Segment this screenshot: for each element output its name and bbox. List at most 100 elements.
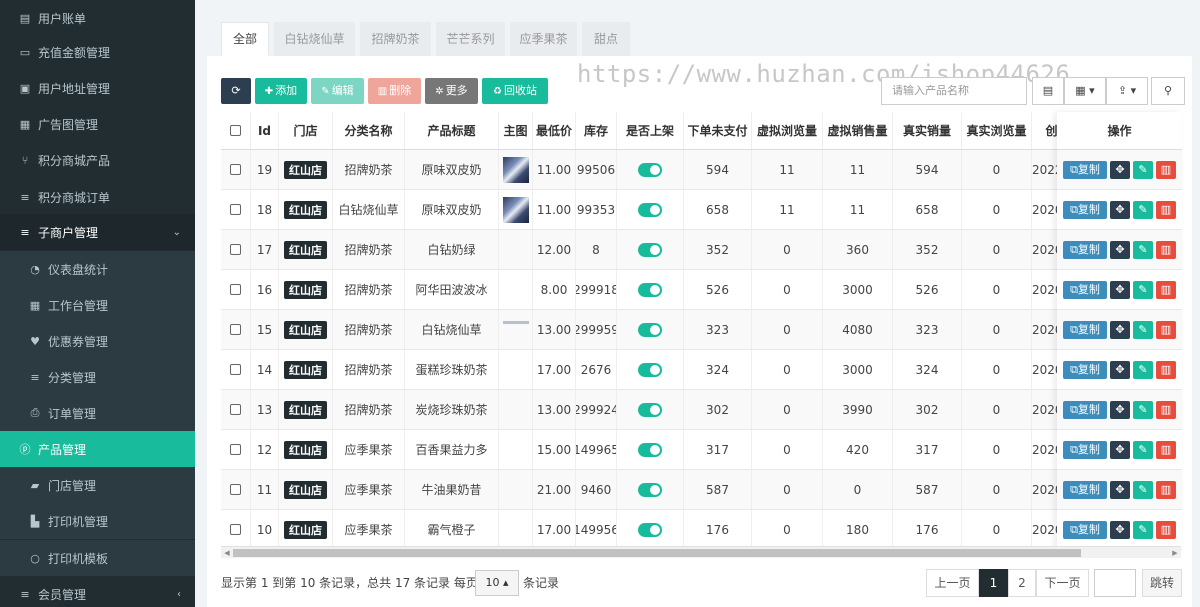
row-checkbox[interactable] bbox=[230, 284, 241, 295]
column-header[interactable]: 分类名称 bbox=[333, 112, 405, 149]
on-sale-toggle[interactable] bbox=[638, 402, 662, 417]
scroll-right-arrow-icon[interactable]: ▶ bbox=[1169, 547, 1181, 559]
table-row[interactable]: 12红山店应季果茶百香果益力多15.0014996531704203170202… bbox=[221, 430, 1181, 470]
columns-dropdown-button[interactable]: ▦ ▾ bbox=[1064, 77, 1106, 105]
drag-sort-button[interactable]: ✥ bbox=[1110, 200, 1130, 219]
column-header[interactable]: Id bbox=[251, 112, 279, 149]
sidebar-item[interactable]: ◔ 仪表盘统计 bbox=[0, 251, 195, 287]
table-row[interactable]: 18 红山店 白钻烧仙草 原味双皮奶 11.00 99353 658 11 11 658 0 2020… bbox=[221, 190, 1181, 230]
toggle-view-button[interactable]: ▤ bbox=[1032, 77, 1064, 105]
row-delete-button[interactable]: ▥ bbox=[1156, 440, 1176, 459]
table-horizontal-scrollbar[interactable]: ◀ ▶ bbox=[221, 546, 1181, 558]
sidebar-item[interactable]: ≡ 会员管理 ‹ bbox=[0, 576, 195, 607]
row-delete-button[interactable]: ▥ bbox=[1156, 480, 1176, 499]
table-row[interactable]: 10红山店应季果茶霸气橙子17.00149956176018017602020-… bbox=[221, 510, 1181, 550]
row-edit-button[interactable]: ✎ bbox=[1133, 280, 1153, 299]
sidebar-item[interactable]: ⑂ 积分商城产品 bbox=[0, 142, 195, 178]
row-edit-button[interactable]: ✎ bbox=[1133, 520, 1153, 539]
sidebar-item[interactable]: ▦ 广告图管理 bbox=[0, 106, 195, 142]
goto-page-button[interactable]: 跳转 bbox=[1142, 569, 1182, 597]
product-thumbnail[interactable] bbox=[502, 156, 529, 183]
table-row[interactable]: 19 红山店 招牌奶茶 原味双皮奶 11.00 99506 594 11 11 594 0 2022-… bbox=[221, 150, 1181, 190]
tab-category[interactable]: 芒芒系列 bbox=[436, 22, 505, 56]
copy-button[interactable]: ⧉复制 bbox=[1063, 520, 1107, 539]
row-checkbox[interactable] bbox=[230, 204, 241, 215]
drag-sort-button[interactable]: ✥ bbox=[1110, 400, 1130, 419]
product-thumbnail[interactable] bbox=[502, 196, 529, 223]
tab-category[interactable]: 甜点 bbox=[582, 22, 630, 56]
row-edit-button[interactable]: ✎ bbox=[1133, 240, 1153, 259]
table-row[interactable]: 17 红山店 招牌奶茶 白钻奶绿 12.00 8 352 0 360 352 0 2020-0 bbox=[221, 230, 1181, 270]
on-sale-toggle[interactable] bbox=[638, 242, 662, 257]
page-2-button[interactable]: 2 bbox=[1008, 569, 1036, 597]
table-row[interactable]: 13红山店招牌奶茶炭烧珍珠奶茶13.0029992430203990302020… bbox=[221, 390, 1181, 430]
edit-button[interactable]: ✎ 编辑 bbox=[311, 78, 364, 104]
row-delete-button[interactable]: ▥ bbox=[1156, 520, 1176, 539]
scroll-left-arrow-icon[interactable]: ◀ bbox=[221, 547, 233, 559]
row-delete-button[interactable]: ▥ bbox=[1156, 160, 1176, 179]
drag-sort-button[interactable]: ✥ bbox=[1110, 360, 1130, 379]
row-delete-button[interactable]: ▥ bbox=[1156, 400, 1176, 419]
goto-page-input[interactable] bbox=[1094, 569, 1136, 597]
sidebar-item[interactable]: ≡ 子商户管理 ⌄ bbox=[0, 214, 195, 250]
row-edit-button[interactable]: ✎ bbox=[1133, 320, 1153, 339]
column-header[interactable]: 产品标题 bbox=[405, 112, 499, 149]
on-sale-toggle[interactable] bbox=[638, 202, 662, 217]
table-row[interactable]: 11 红山店 应季果茶 牛油果奶昔 21.00 9460 587 0 0 587 0 2020-0 bbox=[221, 470, 1181, 510]
prev-page-button[interactable]: 上一页 bbox=[926, 569, 979, 597]
row-edit-button[interactable]: ✎ bbox=[1133, 440, 1153, 459]
copy-button[interactable]: ⧉复制 bbox=[1063, 280, 1107, 299]
row-edit-button[interactable]: ✎ bbox=[1133, 480, 1153, 499]
row-delete-button[interactable]: ▥ bbox=[1156, 320, 1176, 339]
copy-button[interactable]: ⧉复制 bbox=[1063, 320, 1107, 339]
row-delete-button[interactable]: ▥ bbox=[1156, 360, 1176, 379]
copy-button[interactable]: ⧉复制 bbox=[1063, 400, 1107, 419]
tab-category[interactable]: 招牌奶茶 bbox=[360, 22, 431, 56]
on-sale-toggle[interactable] bbox=[638, 282, 662, 297]
copy-button[interactable]: ⧉复制 bbox=[1063, 440, 1107, 459]
row-edit-button[interactable]: ✎ bbox=[1133, 360, 1153, 379]
drag-sort-button[interactable]: ✥ bbox=[1110, 280, 1130, 299]
table-row[interactable]: 16红山店招牌奶茶阿华田波波冰8.00299918526030005260202… bbox=[221, 270, 1181, 310]
column-header[interactable]: 真实销量 bbox=[893, 112, 962, 149]
on-sale-toggle[interactable] bbox=[638, 482, 662, 497]
column-header[interactable]: 虚拟销售量 bbox=[823, 112, 893, 149]
copy-button[interactable]: ⧉复制 bbox=[1063, 360, 1107, 379]
delete-button[interactable]: ▥ 删除 bbox=[368, 78, 421, 104]
copy-button[interactable]: ⧉复制 bbox=[1063, 160, 1107, 179]
drag-sort-button[interactable]: ✥ bbox=[1110, 160, 1130, 179]
tab-category[interactable]: 白钻烧仙草 bbox=[274, 22, 355, 56]
row-edit-button[interactable]: ✎ bbox=[1133, 400, 1153, 419]
on-sale-toggle[interactable] bbox=[638, 322, 662, 337]
table-row[interactable]: 15红山店招牌奶茶白钻烧仙草13.00299959323040803230202… bbox=[221, 310, 1181, 350]
copy-button[interactable]: ⧉复制 bbox=[1063, 200, 1107, 219]
row-checkbox[interactable] bbox=[230, 244, 241, 255]
select-all-checkbox[interactable] bbox=[230, 125, 241, 136]
row-checkbox[interactable] bbox=[230, 444, 241, 455]
column-header[interactable]: 是否上架 bbox=[617, 112, 684, 149]
more-button[interactable]: ✲ 更多 bbox=[425, 78, 478, 104]
row-edit-button[interactable]: ✎ bbox=[1133, 160, 1153, 179]
sidebar-item[interactable]: ▣ 用户地址管理 bbox=[0, 70, 195, 106]
page-1-button[interactable]: 1 bbox=[979, 569, 1008, 597]
sidebar-item[interactable]: ≡ 分类管理 bbox=[0, 359, 195, 395]
sidebar-item[interactable]: ♥ 优惠券管理 bbox=[0, 323, 195, 359]
column-header[interactable]: 门店 bbox=[279, 112, 333, 149]
row-delete-button[interactable]: ▥ bbox=[1156, 280, 1176, 299]
drag-sort-button[interactable]: ✥ bbox=[1110, 520, 1130, 539]
sidebar-item[interactable]: ⓟ 产品管理 bbox=[0, 431, 195, 467]
tab-category[interactable]: 全部 bbox=[221, 22, 269, 56]
sidebar-item[interactable]: ▭ 充值金额管理 bbox=[0, 34, 195, 70]
row-checkbox[interactable] bbox=[230, 524, 241, 535]
drag-sort-button[interactable]: ✥ bbox=[1110, 240, 1130, 259]
sidebar-item[interactable]: ⎙ 订单管理 bbox=[0, 395, 195, 431]
next-page-button[interactable]: 下一页 bbox=[1036, 569, 1089, 597]
drag-sort-button[interactable]: ✥ bbox=[1110, 480, 1130, 499]
copy-button[interactable]: ⧉复制 bbox=[1063, 480, 1107, 499]
sidebar-item[interactable]: ▙ 打印机管理 bbox=[0, 503, 195, 539]
on-sale-toggle[interactable] bbox=[638, 362, 662, 377]
row-delete-button[interactable]: ▥ bbox=[1156, 240, 1176, 259]
add-button[interactable]: ✚ 添加 bbox=[255, 78, 307, 104]
tab-category[interactable]: 应季果茶 bbox=[510, 22, 577, 56]
column-header[interactable]: 虚拟浏览量 bbox=[752, 112, 823, 149]
